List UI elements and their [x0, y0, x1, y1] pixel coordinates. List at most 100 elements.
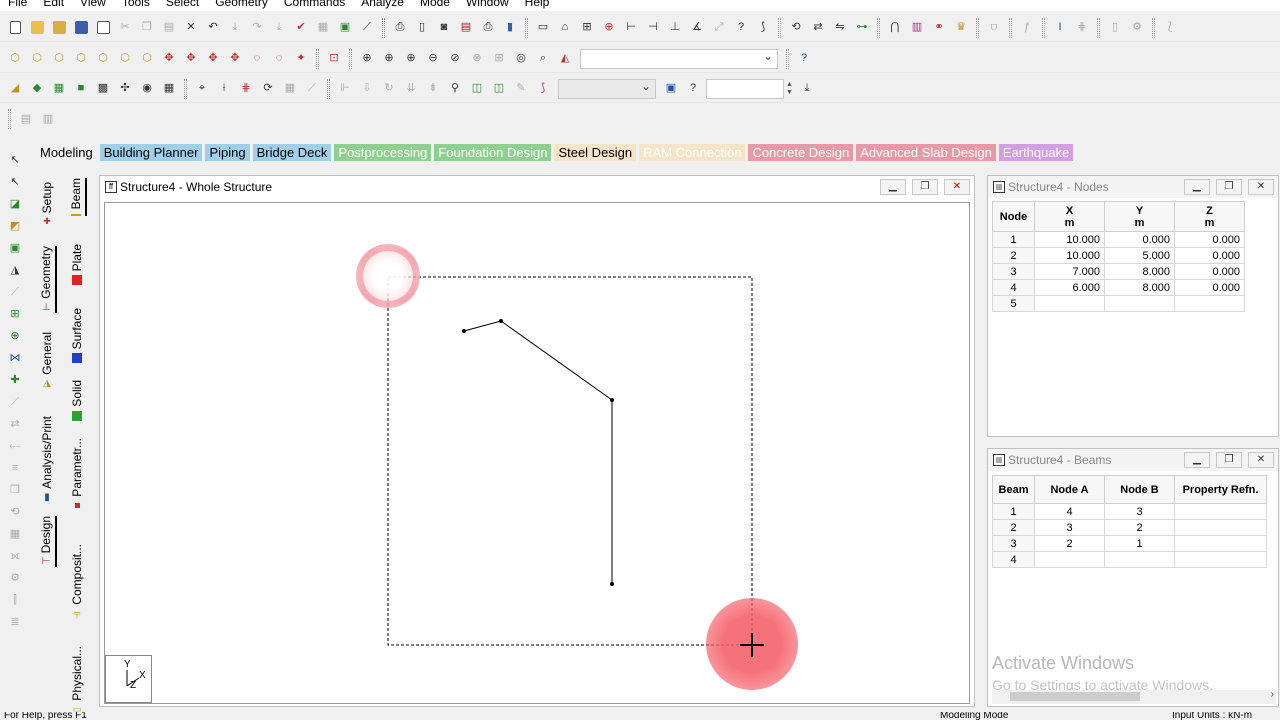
sub-tab-composite[interactable]: Composit... ╤ — [67, 544, 87, 618]
table-cell[interactable]: 10.000 — [1034, 247, 1105, 264]
menu-tools[interactable]: Tools — [114, 0, 158, 8]
mirror-icon[interactable]: ⇋ — [832, 19, 849, 36]
rotate-up-icon[interactable]: ✥ — [161, 50, 178, 67]
paste-icon[interactable]: ▤ — [161, 19, 178, 36]
table-cell[interactable]: 7.000 — [1034, 263, 1105, 280]
select-members-icon[interactable]: ⊞ — [7, 306, 24, 323]
select-solids-icon[interactable]: ◩ — [7, 218, 24, 235]
copy-icon[interactable]: ❐ — [139, 19, 156, 36]
table-cell[interactable]: 8.000 — [1104, 279, 1175, 296]
nodes-window[interactable]: ▦ Structure4 - Nodes ▁ ❐ ✕ Node Xm Ym Zm… — [987, 175, 1279, 437]
beams-window[interactable]: ▦ Structure4 - Beams ▁ ❐ ✕ Beam Node A N… — [987, 448, 1279, 707]
render-icon[interactable]: ◭ — [557, 50, 574, 67]
layer-tools-icon[interactable]: ▥ — [40, 111, 57, 128]
nodes-minimize-button[interactable]: ▁ — [1184, 179, 1210, 195]
table-cell[interactable]: 0.000 — [1174, 263, 1245, 280]
screen-icon[interactable]: ▣ — [663, 80, 680, 97]
col-beam[interactable]: Beam — [992, 475, 1035, 504]
menu-commands[interactable]: Commands — [276, 0, 353, 8]
delete-icon[interactable]: ✕ — [183, 19, 200, 36]
moment-icon[interactable]: ↻ — [381, 80, 398, 97]
sub-tab-physical[interactable]: Physical... ▭ — [67, 646, 87, 715]
magnify-icon[interactable]: ◎ — [513, 50, 530, 67]
3d-view-bottom-icon[interactable]: ⬡ — [117, 50, 134, 67]
globe-icon[interactable]: ◉ — [139, 80, 156, 97]
table-row[interactable]: 5 — [992, 295, 1245, 312]
nodes-maximize-button[interactable]: ❐ — [1216, 179, 1242, 195]
table-cell[interactable] — [1104, 295, 1175, 312]
page-tab-design[interactable]: Design ⊢ — [37, 516, 57, 568]
undo-arrow-icon[interactable]: ⤓ — [227, 19, 244, 36]
grid-icon[interactable]: ▩ — [95, 80, 112, 97]
refresh-icon[interactable]: ⟳ — [260, 80, 277, 97]
download-icon[interactable]: ⤓ — [799, 80, 816, 97]
row-header[interactable]: 1 — [992, 503, 1035, 520]
table-cell[interactable]: 2 — [1104, 519, 1175, 536]
row-header[interactable]: 3 — [992, 263, 1035, 280]
filter-icon[interactable]: ⋕ — [1074, 19, 1091, 36]
beams-maximize-button[interactable]: ❐ — [1216, 452, 1242, 468]
horizontal-scrollbar[interactable]: › — [992, 689, 1276, 704]
node-load-icon[interactable]: ⚲ — [447, 80, 464, 97]
close-button[interactable]: ✕ — [944, 179, 970, 195]
sub-tab-plate[interactable]: Plate — [67, 244, 87, 286]
load-icon[interactable]: ⇩ — [359, 80, 376, 97]
redo-icon[interactable]: ↷ — [249, 19, 266, 36]
table-cell[interactable]: 3 — [1104, 503, 1175, 520]
menu-help[interactable]: Help — [517, 0, 558, 8]
table-cell[interactable]: 2 — [1034, 535, 1105, 552]
mode-tab-advanced-slab-design[interactable]: Advanced Slab Design — [856, 143, 996, 161]
offset-icon[interactable]: ⊩ — [337, 80, 354, 97]
structure-window-titlebar[interactable]: ff Structure4 - Whole Structure ▁ ❐ ✕ — [100, 176, 974, 198]
col-property-refn[interactable]: Property Refn. — [1174, 475, 1267, 504]
view-selector-dropdown[interactable] — [580, 48, 778, 69]
row-header[interactable]: 5 — [992, 295, 1035, 312]
mode-tab-earthquake[interactable]: Earthquake — [998, 143, 1074, 161]
menu-geometry[interactable]: Geometry — [207, 0, 276, 8]
sub-tab-beam[interactable]: Beam — [67, 178, 87, 217]
distance-icon[interactable]: ⊥ — [667, 19, 684, 36]
row-header[interactable]: 3 — [992, 535, 1035, 552]
help-icon[interactable]: ? — [796, 50, 813, 67]
page-tab-general[interactable]: General ◮ — [37, 332, 57, 389]
maximize-button[interactable]: ❐ — [912, 179, 938, 195]
table-cell[interactable]: 0.000 — [1104, 231, 1175, 248]
select-node-icon[interactable]: ◆ — [29, 80, 46, 97]
table-cell[interactable] — [1034, 295, 1105, 312]
query-icon[interactable]: ⟆ — [755, 19, 772, 36]
zoom-out-icon[interactable]: ⊖ — [425, 50, 442, 67]
zoom-in-icon[interactable]: ⊕ — [381, 50, 398, 67]
script-icon[interactable]: ⟅ — [1162, 19, 1179, 36]
display-icon[interactable]: ⊞ — [579, 19, 596, 36]
structure-viewport[interactable]: Y X Z — [104, 202, 970, 704]
table-cell[interactable] — [1034, 551, 1105, 568]
table-cell[interactable]: 3 — [1034, 519, 1105, 536]
value-field[interactable] — [706, 78, 784, 99]
help-cursor-icon[interactable]: ? — [733, 19, 750, 36]
undo-icon[interactable]: ↶ — [205, 19, 222, 36]
copy-tool-icon[interactable]: ❐ — [7, 482, 24, 499]
row-header[interactable]: 1 — [992, 231, 1035, 248]
beam-label-icon[interactable]: ⊕ — [601, 19, 618, 36]
mode-tab-piping[interactable]: Piping — [205, 143, 250, 161]
nodes-close-button[interactable]: ✕ — [1248, 179, 1274, 195]
move-icon[interactable]: ⇄ — [7, 416, 24, 433]
pointer-icon[interactable]: ⟆ — [535, 80, 552, 97]
cursor-beam-icon[interactable]: ↖ — [7, 174, 24, 191]
print-preview-icon[interactable] — [95, 19, 112, 36]
line-icon[interactable]: ⟋ — [304, 80, 321, 97]
pressure-icon[interactable]: ⇟ — [425, 80, 442, 97]
table-cell[interactable]: 0.000 — [1174, 231, 1245, 248]
support-icon[interactable]: ⌖ — [194, 80, 211, 97]
table-cell[interactable]: 1 — [1104, 535, 1175, 552]
clipboard-icon[interactable]: ▦ — [315, 19, 332, 36]
table-cell[interactable] — [1174, 535, 1267, 552]
table-row[interactable]: 232 — [992, 519, 1267, 536]
page-tab-setup[interactable]: Setup ✚ — [37, 182, 57, 227]
display-whole-icon[interactable]: ⊡ — [326, 50, 343, 67]
table-cell[interactable]: 6.000 — [1034, 279, 1105, 296]
menu-mode[interactable]: Mode — [412, 0, 458, 8]
menu-select[interactable]: Select — [158, 0, 207, 8]
redo-arrow-icon[interactable]: ⤓ — [271, 19, 288, 36]
table-row[interactable]: 1 10.000 0.000 0.000 — [992, 231, 1245, 248]
